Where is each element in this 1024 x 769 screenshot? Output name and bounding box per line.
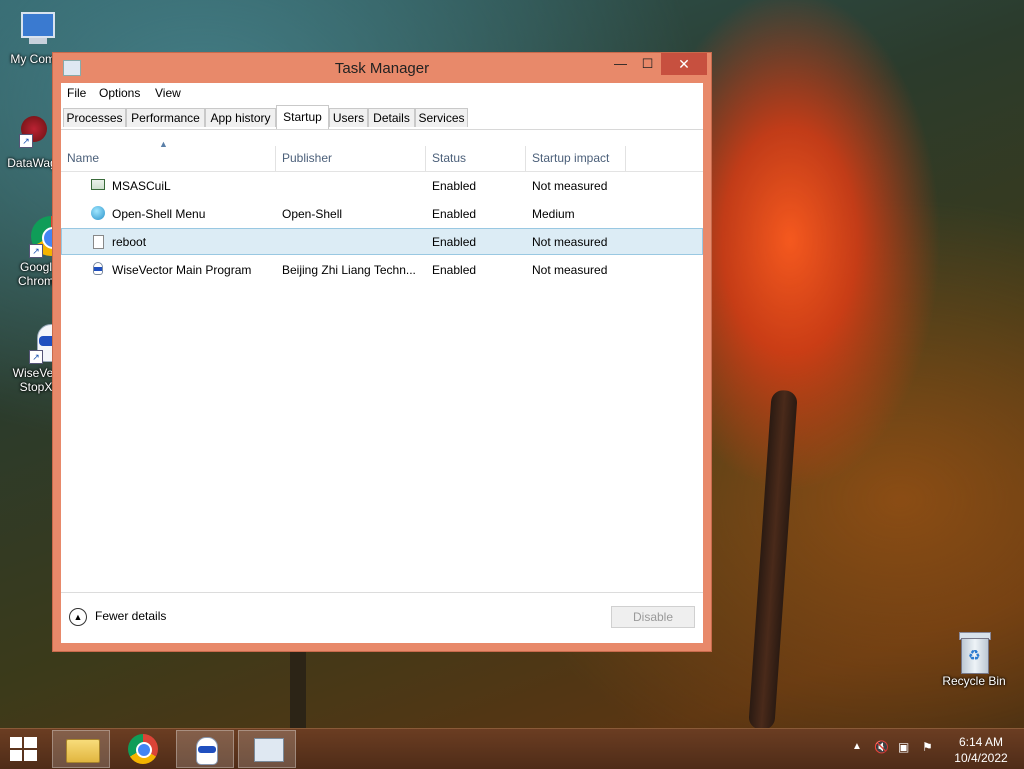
desktop-icon-recycle-bin[interactable]: ♻ Recycle Bin	[938, 630, 1010, 688]
close-button[interactable]: ✕	[661, 53, 707, 75]
maximize-button[interactable]: ☐	[634, 53, 661, 75]
row-status: Enabled	[432, 235, 477, 249]
row-name: MSASCuiL	[112, 179, 171, 193]
open-shell-icon	[91, 206, 105, 220]
sort-ascending-icon: ▲	[159, 139, 168, 149]
row-name: WiseVector Main Program	[112, 263, 252, 277]
fewer-details-label: Fewer details	[95, 609, 167, 623]
column-name[interactable]: Name	[67, 151, 99, 165]
row-impact: Not measured	[532, 235, 608, 249]
tab-app-history[interactable]: App history	[205, 108, 276, 127]
column-header-row: ▲ Name Publisher Status Startup impact	[61, 129, 703, 172]
tab-strip: Processes Performance App history Startu…	[61, 105, 703, 130]
chevron-up-icon: ▲	[69, 608, 87, 626]
clock[interactable]: 6:14 AM 10/4/2022	[946, 734, 1016, 766]
wallpaper-stem	[290, 640, 306, 740]
table-row[interactable]: MSASCuiL Enabled Not measured	[61, 172, 703, 199]
table-row[interactable]: WiseVector Main Program Beijing Zhi Lian…	[61, 256, 703, 283]
clock-time: 6:14 AM	[958, 735, 1004, 749]
footer-bar: ▲ Fewer details Disable	[61, 592, 703, 643]
row-impact: Medium	[532, 207, 575, 221]
row-status: Enabled	[432, 179, 477, 193]
action-center-flag-icon[interactable]: ⚑	[922, 740, 933, 754]
defender-icon	[91, 178, 105, 192]
taskbar-file-explorer[interactable]	[52, 730, 110, 768]
task-manager-icon	[254, 738, 284, 762]
column-divider[interactable]	[525, 146, 526, 171]
folder-icon	[66, 739, 100, 763]
menu-bar: File Options View	[61, 83, 703, 105]
show-hidden-icons-button[interactable]: ▲	[852, 741, 862, 752]
row-publisher: Open-Shell	[282, 207, 343, 221]
column-divider[interactable]	[625, 146, 626, 171]
tab-details[interactable]: Details	[368, 108, 415, 127]
tab-performance[interactable]: Performance	[126, 108, 205, 127]
row-name: Open-Shell Menu	[112, 207, 206, 221]
table-row[interactable]: Open-Shell Menu Open-Shell Enabled Mediu…	[61, 200, 703, 227]
row-status: Enabled	[432, 207, 477, 221]
table-row[interactable]: reboot Enabled Not measured	[61, 228, 703, 255]
row-name: reboot	[112, 235, 147, 249]
tab-services[interactable]: Services	[415, 108, 468, 127]
taskbar-chrome[interactable]	[114, 730, 172, 768]
task-manager-window: Task Manager — ☐ ✕ File Options View Pro…	[52, 52, 712, 652]
row-impact: Not measured	[532, 263, 608, 277]
tab-processes[interactable]: Processes	[63, 108, 126, 127]
column-divider[interactable]	[275, 146, 276, 171]
menu-file[interactable]: File	[67, 86, 86, 100]
row-status: Enabled	[432, 263, 477, 277]
windows-logo-icon	[10, 737, 38, 761]
recycle-bin-icon: ♻	[953, 630, 995, 674]
column-divider[interactable]	[425, 146, 426, 171]
tab-startup[interactable]: Startup	[276, 105, 329, 129]
wisevector-icon: ↗	[15, 322, 69, 364]
taskbar-task-manager[interactable]	[238, 730, 296, 768]
wisevector-icon	[196, 737, 218, 765]
wallpaper-flower-stem	[748, 389, 798, 731]
menu-options[interactable]: Options	[99, 86, 140, 100]
title-bar[interactable]: Task Manager — ☐ ✕	[53, 53, 711, 83]
window-client-area: File Options View Processes Performance …	[61, 83, 703, 643]
computer-icon	[15, 8, 57, 50]
start-button[interactable]	[10, 737, 38, 761]
column-publisher[interactable]: Publisher	[282, 151, 332, 165]
taskbar: ▲ 🔇 ▣ ⚑ 6:14 AM 10/4/2022	[0, 728, 1024, 769]
file-icon	[92, 235, 106, 249]
row-impact: Not measured	[532, 179, 608, 193]
datawag-icon: ↗	[11, 112, 53, 154]
chrome-icon: ↗	[15, 216, 71, 258]
wisevector-icon	[91, 262, 105, 276]
disable-button[interactable]: Disable	[611, 606, 695, 628]
network-icon[interactable]: ▣	[898, 740, 909, 754]
minimize-button[interactable]: —	[607, 53, 634, 75]
clock-date: 10/4/2022	[954, 751, 1008, 765]
row-publisher: Beijing Zhi Liang Techn...	[282, 263, 416, 277]
column-status[interactable]: Status	[432, 151, 466, 165]
menu-view[interactable]: View	[155, 86, 181, 100]
chrome-icon	[128, 734, 158, 764]
volume-muted-icon[interactable]: 🔇	[874, 740, 889, 754]
tab-users[interactable]: Users	[329, 108, 368, 127]
taskbar-wisevector[interactable]	[176, 730, 234, 768]
column-startup-impact[interactable]: Startup impact	[532, 151, 609, 165]
